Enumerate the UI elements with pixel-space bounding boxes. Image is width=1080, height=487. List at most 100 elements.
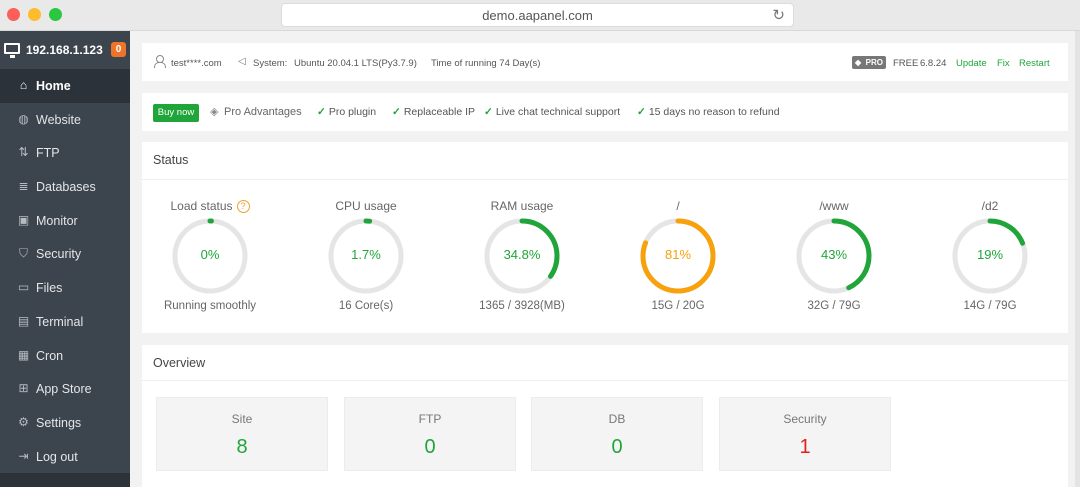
sidebar-item-terminal[interactable]: ▤ Terminal: [0, 305, 130, 339]
maximize-window-button[interactable]: [49, 8, 62, 21]
gauge-title: Load status?: [120, 199, 300, 213]
home-icon: ⌂: [19, 78, 28, 92]
check-icon: ✓: [637, 106, 646, 118]
gauge-title: CPU usage: [335, 199, 397, 213]
system-value: Ubuntu 20.04.1 LTS(Py3.7.9): [294, 58, 417, 69]
overview-panel: Overview Site 8 FTP 0 DB 0 Security 1: [142, 345, 1068, 487]
gauge-load-status[interactable]: Load status? 0% Running smoothly: [120, 197, 300, 322]
sidebar-item-home[interactable]: ⌂ Home: [0, 69, 130, 103]
version-label: 6.8.24: [920, 58, 947, 69]
restart-link[interactable]: Restart: [1019, 58, 1050, 69]
sidebar-item-label: App Store: [36, 382, 92, 397]
server-info-bar: test****.com ◁ System: Ubuntu 20.04.1 LT…: [142, 43, 1068, 81]
overview-card-value: 8: [236, 436, 248, 458]
gauge-title: /www: [819, 199, 849, 213]
sidebar-item-label: Terminal: [36, 314, 84, 329]
divider: [142, 380, 1068, 381]
globe-icon: ◍: [18, 111, 29, 126]
sidebar-item-label: Databases: [36, 180, 96, 195]
sidebar-nav: ⌂ Home ◍ Website ⇅ FTP ≣ Databases ▣ Mon…: [0, 69, 130, 473]
system-label: System:: [253, 58, 288, 69]
system-icon: ◁: [238, 56, 246, 67]
runtime-text: Time of running 74 Day(s): [431, 58, 541, 69]
notification-badge[interactable]: 0: [111, 42, 126, 57]
sidebar-item-label: Website: [36, 112, 81, 127]
feature-item: ✓ 15 days no reason to refund: [637, 106, 780, 118]
overview-card-site[interactable]: Site 8: [156, 397, 328, 471]
grid-icon: ⊞: [18, 381, 29, 396]
buy-now-button[interactable]: Buy now: [153, 104, 199, 122]
gauge-value: 81%: [664, 247, 692, 262]
feature-label: Replaceable IP: [403, 106, 476, 118]
fix-link[interactable]: Fix: [997, 58, 1010, 69]
scrollbar[interactable]: [1075, 31, 1080, 487]
feature-item: ✓ Live chat technical support: [484, 106, 620, 118]
minimize-window-button[interactable]: [28, 8, 41, 21]
gauge-subtext: 1365 / 3928(MB): [479, 300, 565, 312]
sidebar-item-log-out[interactable]: ⇥ Log out: [0, 440, 130, 474]
gauge-disk-root[interactable]: / 81% 15G / 20G: [588, 197, 768, 322]
sidebar-item-website[interactable]: ◍ Website: [0, 103, 130, 137]
sidebar-item-settings[interactable]: ⚙ Settings: [0, 406, 130, 440]
feature-label: 15 days no reason to refund: [648, 106, 780, 118]
gauge-subtext: 14G / 79G: [963, 300, 1017, 312]
sidebar-item-label: Home: [36, 79, 71, 93]
sidebar-item-label: Monitor: [36, 213, 78, 228]
overview-card-value: 0: [424, 436, 436, 458]
shield-icon: ⛉: [18, 246, 28, 261]
overview-card-db[interactable]: DB 0: [531, 397, 703, 471]
gear-icon: ⚙: [18, 414, 29, 429]
overview-title: Overview: [153, 356, 206, 370]
sidebar-item-label: Log out: [36, 449, 78, 464]
overview-card-ftp[interactable]: FTP 0: [344, 397, 516, 471]
browser-toolbar: demo.aapanel.com ↻: [0, 0, 1080, 31]
server-ip: 192.168.1.123: [26, 43, 103, 57]
sidebar-item-ftp[interactable]: ⇅ FTP: [0, 136, 130, 170]
server-icon: [4, 43, 20, 58]
sidebar-item-cron[interactable]: ▦ Cron: [0, 339, 130, 373]
gauge-disk-d2[interactable]: /d2 19% 14G / 79G: [900, 197, 1080, 322]
status-title: Status: [153, 153, 189, 167]
user-account: test****.com: [171, 58, 222, 69]
feature-label: Pro plugin: [328, 106, 377, 118]
gauge-value: 43%: [820, 247, 848, 262]
overview-card-label: DB: [608, 412, 626, 426]
gauge-ram-usage[interactable]: RAM usage 34.8% 1365 / 3928(MB): [432, 197, 612, 322]
logout-icon: ⇥: [18, 448, 29, 463]
update-link[interactable]: Update: [956, 58, 987, 69]
address-bar[interactable]: demo.aapanel.com ↻: [281, 3, 794, 27]
pro-advantages-bar: Buy now ◈ Pro Advantages ✓ Pro plugin ✓ Re…: [142, 93, 1068, 131]
check-icon: ✓: [392, 106, 401, 118]
gauge-subtext: 16 Core(s): [338, 300, 394, 312]
help-icon[interactable]: ?: [236, 200, 250, 213]
reload-icon[interactable]: ↻: [772, 6, 785, 24]
divider: [142, 179, 1068, 180]
sidebar-item-label: Security: [36, 247, 82, 262]
status-panel: Status Load status? 0% Running smoothly …: [142, 142, 1068, 333]
gauge-subtext: Running smoothly: [163, 300, 257, 312]
sidebar-footer: [0, 473, 130, 487]
edition-label: FREE: [893, 58, 919, 69]
sidebar-item-label: FTP: [36, 146, 60, 161]
feature-item: ✓ Pro plugin: [317, 106, 376, 118]
sidebar-item-files[interactable]: ▭ Files: [0, 271, 130, 305]
feature-item: ✓ Replaceable IP: [392, 106, 475, 118]
pro-badge: PRO: [852, 56, 886, 69]
close-window-button[interactable]: [7, 8, 20, 21]
gauge-disk-www[interactable]: /www 43% 32G / 79G: [744, 197, 924, 322]
overview-card-value: 0: [611, 436, 623, 458]
server-header: 192.168.1.123 0: [0, 31, 130, 69]
check-icon: ✓: [317, 106, 326, 118]
feature-label: Live chat technical support: [495, 106, 621, 118]
database-icon: ≣: [18, 179, 29, 194]
sidebar-item-monitor[interactable]: ▣ Monitor: [0, 204, 130, 238]
overview-card-security[interactable]: Security 1: [719, 397, 891, 471]
overview-card-label: Site: [231, 412, 253, 426]
sidebar-item-app-store[interactable]: ⊞ App Store: [0, 372, 130, 406]
sidebar-item-databases[interactable]: ≣ Databases: [0, 170, 130, 204]
sidebar-item-label: Files: [36, 281, 63, 296]
user-icon: [154, 55, 166, 68]
gauge-cpu-usage[interactable]: CPU usage 1.7% 16 Core(s): [276, 197, 456, 322]
sidebar-item-security[interactable]: ⛉ Security: [0, 237, 130, 271]
calendar-icon: ▦: [17, 347, 30, 362]
